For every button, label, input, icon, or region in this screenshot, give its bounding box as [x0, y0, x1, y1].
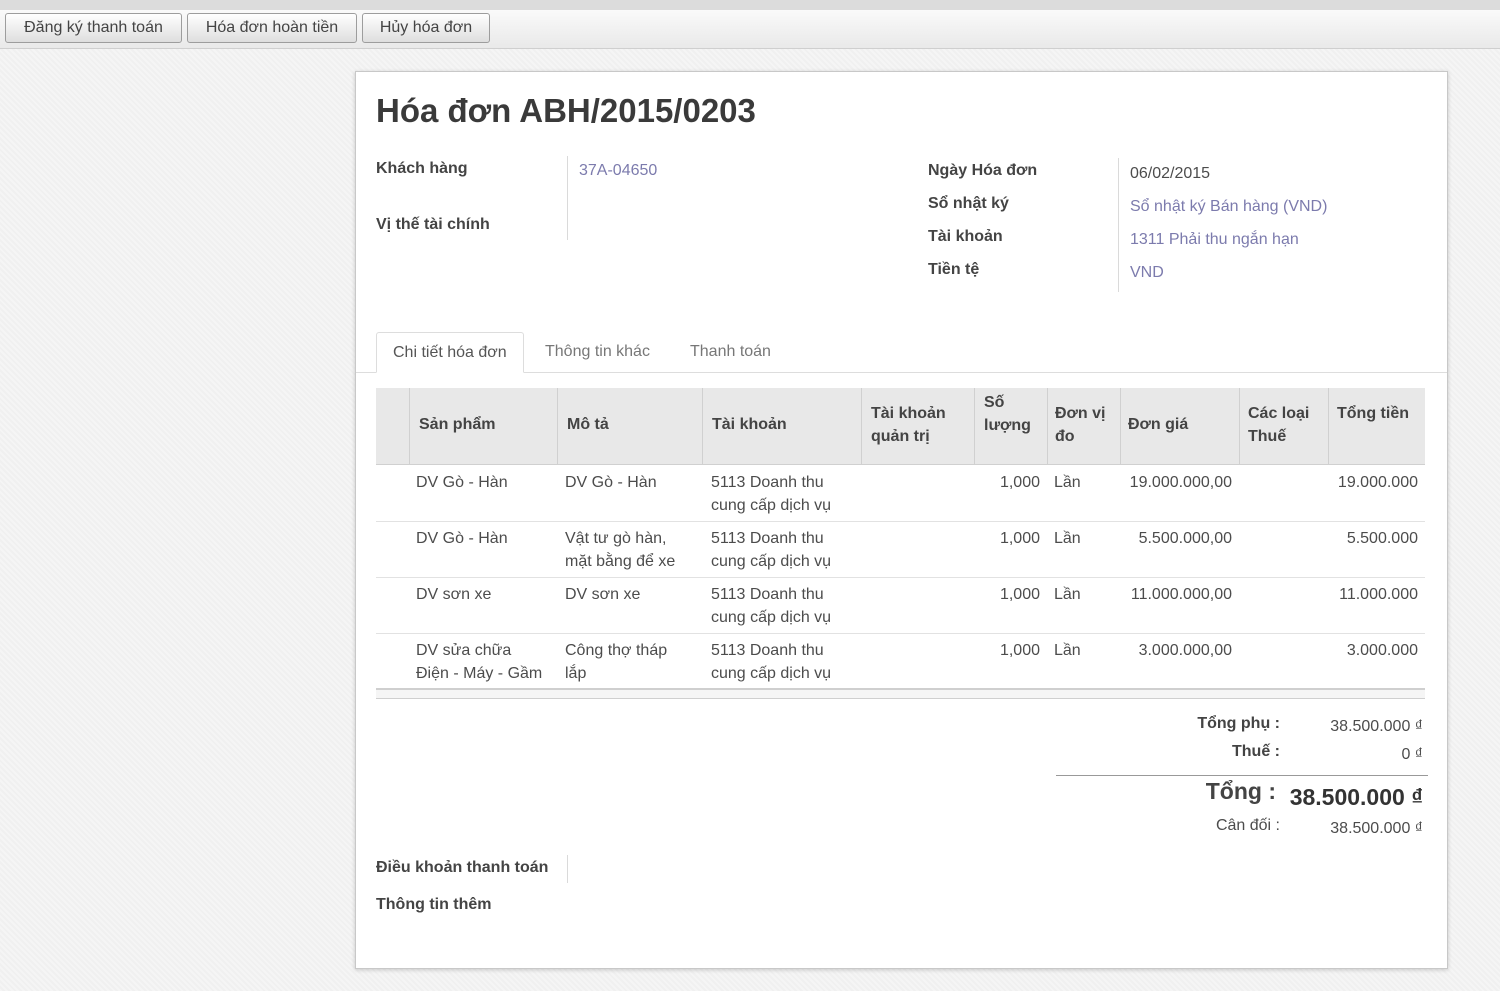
invoice-date-value: 06/02/2015 [1130, 165, 1211, 182]
cell-quantity: 1,000 [999, 474, 1040, 491]
header-separator [1120, 388, 1121, 464]
header-account[interactable]: Tài khoản [712, 413, 787, 436]
cell-quantity: 1,000 [999, 530, 1040, 547]
account-link[interactable]: 1311 Phải thu ngắn hạn [1130, 231, 1299, 249]
cell-account: 5113 Doanh thu cung cấp dịch vụ [711, 474, 832, 514]
fiscal-position-label: Vị thế tài chính [376, 216, 490, 233]
header-separator [1328, 388, 1329, 464]
header-product[interactable]: Sản phẩm [419, 413, 495, 436]
cell-description: DV Gò - Hàn [565, 474, 657, 491]
cell-account: 5113 Doanh thu cung cấp dịch vụ [711, 530, 832, 570]
tab-invoice-lines[interactable]: Chi tiết hóa đơn [376, 332, 524, 373]
field-divider [1118, 158, 1119, 292]
currency-label: Tiền tệ [928, 261, 980, 278]
cell-description: Công thợ tháp lắp [565, 642, 668, 682]
header-unit-price[interactable]: Đơn giá [1128, 413, 1188, 436]
field-divider [567, 156, 568, 240]
header-separator [557, 388, 558, 464]
payment-terms-label: Điều khoản thanh toán [376, 859, 549, 876]
cell-description: Vật tư gò hàn, mặt bằng để xe [565, 530, 676, 570]
cell-description: DV sơn xe [565, 586, 641, 603]
header-separator [1239, 388, 1240, 464]
currency-link[interactable]: VND [1130, 264, 1164, 282]
table-row[interactable]: DV Gò - Hàn DV Gò - Hàn 5113 Doanh thu c… [376, 465, 1425, 522]
cell-uom: Lần [1054, 642, 1081, 659]
journal-link[interactable]: Sổ nhật ký Bán hàng (VND) [1130, 198, 1327, 216]
action-toolbar: Đăng ký thanh toán Hóa đơn hoàn tiền Hủy… [0, 10, 1500, 49]
customer-link[interactable]: 37A-04650 [579, 162, 657, 180]
header-separator [409, 388, 410, 464]
header-total[interactable]: Tổng tiền [1337, 402, 1409, 425]
cell-quantity: 1,000 [999, 586, 1040, 603]
header-separator [974, 388, 975, 464]
invoice-sheet: Hóa đơn ABH/2015/0203 Khách hàng 37A-046… [355, 71, 1448, 969]
balance-label: Cân đối : [1215, 817, 1280, 834]
header-description[interactable]: Mô tả [567, 413, 609, 436]
cell-total: 3.000.000 [1346, 642, 1418, 659]
cell-product: DV Gò - Hàn [416, 530, 508, 547]
total-value: 38.500.000 ₫ [1289, 784, 1423, 810]
total-label: Tổng : [1205, 778, 1276, 804]
cell-uom: Lần [1054, 474, 1081, 491]
header-quantity[interactable]: Số lượng [984, 391, 1031, 437]
field-divider [567, 855, 568, 883]
header-taxes[interactable]: Các loại Thuế [1248, 402, 1309, 448]
cell-account: 5113 Doanh thu cung cấp dịch vụ [711, 586, 832, 626]
account-label: Tài khoản [928, 228, 1003, 245]
cell-unit-price: 19.000.000,00 [1129, 474, 1232, 491]
invoice-date-label: Ngày Hóa đơn [928, 162, 1038, 179]
cell-account: 5113 Doanh thu cung cấp dịch vụ [711, 642, 832, 682]
table-row[interactable]: DV sửa chữa Điện - Máy - Gầm Công thợ th… [376, 633, 1425, 689]
tax-label: Thuế : [1232, 743, 1280, 760]
cell-product: DV sửa chữa Điện - Máy - Gầm [416, 642, 543, 682]
header-separator [861, 388, 862, 464]
cell-quantity: 1,000 [999, 642, 1040, 659]
table-row[interactable]: DV sơn xe DV sơn xe 5113 Doanh thu cung … [376, 577, 1425, 634]
cell-product: DV Gò - Hàn [416, 474, 508, 491]
register-payment-button[interactable]: Đăng ký thanh toán [5, 13, 182, 43]
invoice-title: Hóa đơn ABH/2015/0203 [376, 92, 756, 129]
cell-product: DV sơn xe [416, 586, 492, 603]
subtotal-label: Tổng phụ : [1197, 715, 1280, 732]
tax-value: 0 ₫ [1401, 746, 1423, 763]
journal-label: Sổ nhật ký [928, 195, 1009, 212]
cell-unit-price: 11.000.000,00 [1130, 586, 1232, 603]
cell-unit-price: 3.000.000,00 [1138, 642, 1232, 659]
invoice-lines-header: Sản phẩm Mô tả Tài khoản Tài khoản quản … [376, 388, 1425, 465]
header-analytic-account[interactable]: Tài khoản quản trị [871, 402, 946, 448]
header-separator [702, 388, 703, 464]
cell-total: 5.500.000 [1346, 530, 1418, 547]
table-row[interactable]: DV Gò - Hàn Vật tư gò hàn, mặt bằng để x… [376, 521, 1425, 578]
subtotal-value: 38.500.000 ₫ [1330, 718, 1423, 735]
cell-total: 19.000.000 [1337, 474, 1418, 491]
invoice-tabs: Chi tiết hóa đơn Thông tin khác Thanh to… [356, 332, 1447, 373]
totals-divider [1056, 775, 1428, 776]
table-footer [376, 688, 1425, 699]
tab-other-info[interactable]: Thông tin khác [529, 332, 666, 372]
balance-value: 38.500.000 ₫ [1330, 820, 1423, 837]
cell-uom: Lần [1054, 586, 1081, 603]
header-separator [1047, 388, 1048, 464]
more-info-label: Thông tin thêm [376, 896, 492, 913]
tab-payments[interactable]: Thanh toán [674, 332, 787, 372]
cell-uom: Lần [1054, 530, 1081, 547]
cell-total: 11.000.000 [1339, 586, 1418, 603]
refund-invoice-button[interactable]: Hóa đơn hoàn tiền [187, 13, 357, 43]
customer-label: Khách hàng [376, 160, 468, 177]
cell-unit-price: 5.500.000,00 [1138, 530, 1232, 547]
cancel-invoice-button[interactable]: Hủy hóa đơn [362, 13, 490, 43]
header-uom[interactable]: Đơn vị đo [1055, 402, 1106, 448]
